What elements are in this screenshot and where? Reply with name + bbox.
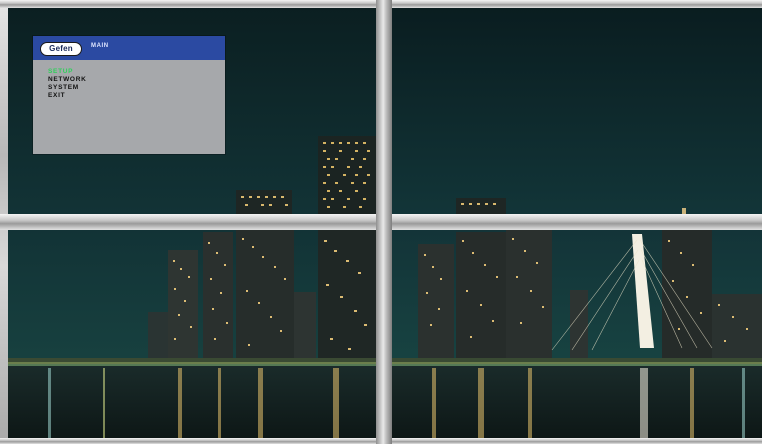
menu-item-setup[interactable]: SETUP bbox=[48, 68, 86, 76]
osd-title: MAIN bbox=[91, 43, 109, 49]
video-wall-panel-top-right bbox=[392, 8, 762, 214]
gefen-logo: Gefen bbox=[40, 42, 82, 56]
osd-menu-list: SETUP NETWORK SYSTEM EXIT bbox=[48, 68, 86, 100]
menu-item-system[interactable]: SYSTEM bbox=[48, 84, 86, 92]
brand-logo-text: Gefen bbox=[49, 44, 73, 53]
video-wall-panel-bottom-left bbox=[8, 230, 376, 438]
menu-item-exit[interactable]: EXIT bbox=[48, 92, 86, 100]
menu-item-network[interactable]: NETWORK bbox=[48, 76, 86, 84]
osd-header: Gefen MAIN bbox=[33, 36, 225, 60]
video-wall-panel-bottom-right bbox=[392, 230, 762, 438]
skyline-image bbox=[392, 230, 762, 438]
center-bezel bbox=[376, 0, 392, 444]
skyline-image bbox=[392, 8, 762, 214]
skyline-image bbox=[8, 230, 376, 438]
osd-main-menu: Gefen MAIN SETUP NETWORK SYSTEM EXIT bbox=[33, 36, 225, 154]
